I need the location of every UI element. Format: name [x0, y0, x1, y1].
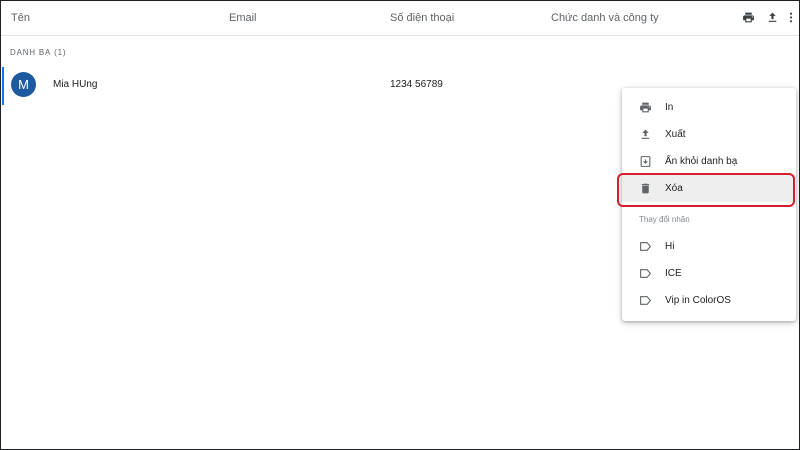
column-header-email[interactable]: Email	[229, 12, 257, 24]
section-label: DANH BẠ (1)	[10, 48, 67, 57]
menu-item-label: Vip in ColorOS	[665, 295, 731, 306]
menu-item-label-ice[interactable]: ICE	[622, 260, 796, 287]
export-icon[interactable]	[764, 9, 780, 25]
selection-indicator	[2, 67, 4, 105]
menu-item-hide-contact[interactable]: Ẩn khỏi danh bạ	[622, 148, 796, 175]
highlight-outline	[617, 173, 795, 207]
label-icon	[639, 240, 652, 253]
menu-item-label-vip[interactable]: Vip in ColorOS	[622, 287, 796, 314]
menu-item-label-hi[interactable]: Hi	[622, 233, 796, 260]
print-icon[interactable]	[740, 9, 756, 25]
menu-item-label: Hi	[665, 241, 675, 252]
avatar[interactable]: M	[11, 72, 36, 97]
contact-name: Mia HUng	[53, 79, 98, 90]
hide-contact-icon	[639, 155, 652, 168]
more-vert-icon[interactable]	[787, 9, 795, 25]
menu-item-label: Ẩn khỏi danh bạ	[665, 156, 738, 167]
label-icon	[639, 267, 652, 280]
table-header: Tên Email Số điện thoại Chức danh và côn…	[1, 1, 799, 36]
change-labels-heading: Thay đổi nhãn	[639, 215, 690, 224]
menu-item-label: In	[665, 102, 674, 113]
menu-item-print[interactable]: In	[622, 94, 796, 121]
column-header-title-company[interactable]: Chức danh và công ty	[551, 12, 659, 24]
menu-item-export[interactable]: Xuất	[622, 121, 796, 148]
print-icon	[639, 101, 652, 114]
menu-item-label: ICE	[665, 268, 682, 279]
export-icon	[639, 128, 652, 141]
contacts-page: { "header": { "columns": { "name": "Tên"…	[0, 0, 800, 450]
contact-phone: 1234 56789	[390, 79, 443, 90]
column-header-name[interactable]: Tên	[11, 12, 30, 24]
menu-item-label: Xuất	[665, 129, 686, 140]
label-icon	[639, 294, 652, 307]
column-header-phone[interactable]: Số điện thoại	[390, 12, 454, 24]
